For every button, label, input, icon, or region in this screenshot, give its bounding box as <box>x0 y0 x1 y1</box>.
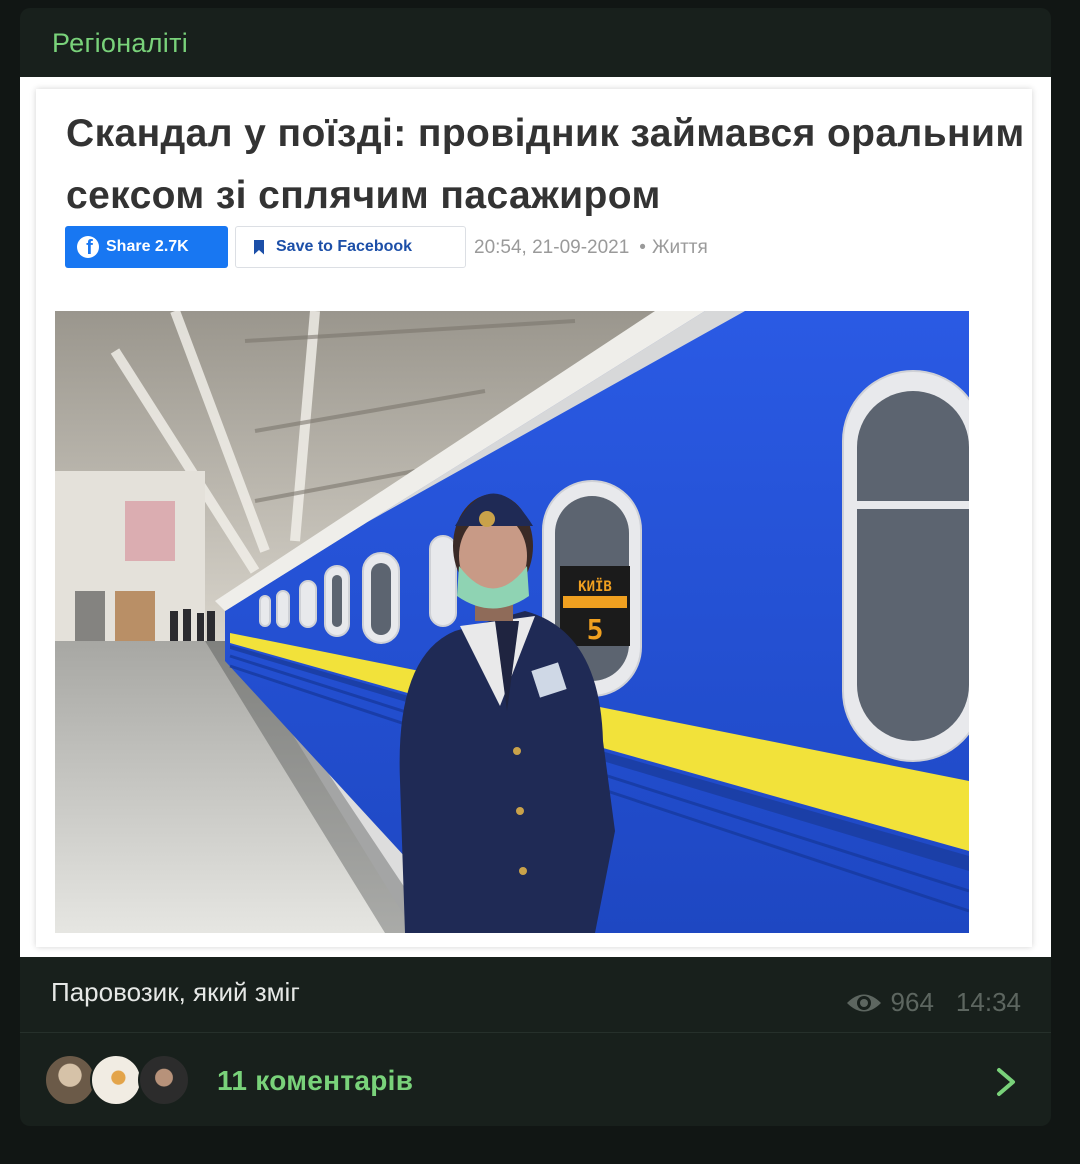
save-to-facebook-button[interactable]: Save to Facebook <box>235 226 466 268</box>
meta-separator: • <box>639 237 646 258</box>
avatar <box>90 1054 142 1106</box>
post-caption: Паровозик, який зміг <box>51 977 300 1007</box>
post-stats: 964 14:34 <box>845 987 1021 1018</box>
avatar <box>138 1054 190 1106</box>
post-caption-row: Паровозик, який зміг 964 14:34 <box>20 957 1051 1032</box>
chevron-right-icon <box>997 1068 1015 1096</box>
channel-name[interactable]: Регіоналіті <box>52 28 188 59</box>
commenter-avatars <box>44 1054 194 1108</box>
article-timestamp: 20:54, 21-09-2021 <box>474 237 630 258</box>
facebook-icon: f <box>77 236 99 258</box>
view-count: 964 <box>890 987 934 1017</box>
article-photo: КИЇВ 5 <box>55 311 969 933</box>
share-label: Share 2.7K <box>106 238 189 255</box>
comments-button[interactable]: 11 коментарів <box>20 1032 1051 1126</box>
train-platform-photo: КИЇВ 5 <box>55 311 969 933</box>
facebook-share-button[interactable]: f Share 2.7K <box>65 226 228 268</box>
eye-icon <box>846 994 881 1011</box>
avatar <box>44 1054 96 1106</box>
article-screenshot: Скандал у поїзді: провідник займався ора… <box>36 89 1032 947</box>
bookmark-icon <box>254 239 264 255</box>
article-headline: Скандал у поїзді: провідник займався ора… <box>66 112 1025 217</box>
led-sign-line1: КИЇВ <box>578 578 612 595</box>
article-category[interactable]: Життя <box>652 237 708 258</box>
led-sign-line2: 5 <box>587 613 604 646</box>
channel-post: Регіоналіті Скандал у поїзді: провідник … <box>20 8 1051 1126</box>
comments-count: 11 коментарів <box>217 1065 414 1096</box>
save-label: Save to Facebook <box>276 238 413 255</box>
post-media[interactable]: Скандал у поїзді: провідник займався ора… <box>20 77 1051 957</box>
post-time: 14:34 <box>955 987 1021 1017</box>
article-meta: 20:54, 21-09-2021 • Життя <box>474 237 708 259</box>
